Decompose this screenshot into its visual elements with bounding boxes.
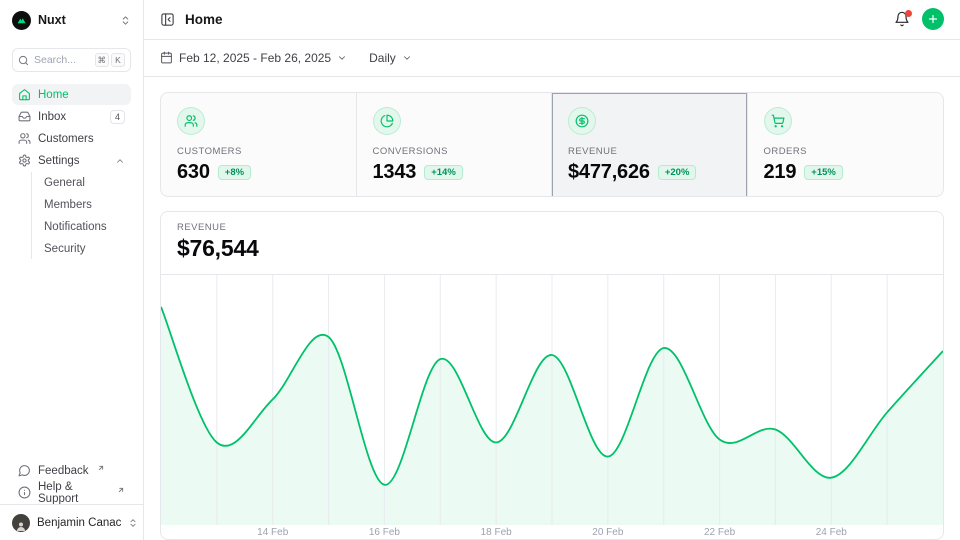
revenue-chart-card: REVENUE $76,544 14 Feb 16 Feb 18 Feb 20 Feb…	[160, 211, 944, 540]
user-name: Benjamin Canac	[37, 517, 121, 529]
search-input[interactable]: Search... ⌘ K	[12, 48, 131, 72]
chevrons-up-down-icon	[128, 518, 138, 528]
x-axis-label: 22 Feb	[704, 527, 735, 538]
date-range-value: Feb 12, 2025 - Feb 26, 2025	[179, 51, 331, 65]
stat-label: REVENUE	[568, 146, 731, 157]
search-shortcut: ⌘ K	[95, 53, 126, 67]
chart-header: REVENUE $76,544	[161, 212, 943, 275]
calendar-icon	[160, 51, 173, 64]
chart-plot[interactable]	[161, 275, 943, 525]
pie-chart-icon	[373, 107, 401, 135]
x-axis-label: 18 Feb	[481, 527, 512, 538]
circle-dollar-icon	[568, 107, 596, 135]
sidebar-item-inbox[interactable]: Inbox 4	[12, 106, 131, 127]
x-axis-label: 24 Feb	[816, 527, 847, 538]
chevron-up-icon	[115, 156, 125, 166]
sidebar-item-members[interactable]: Members	[36, 194, 131, 215]
sidebar-item-label: Notifications	[44, 221, 107, 233]
stats-row: CUSTOMERS 630 +8% CONVERSIONS 1343 +14%	[160, 92, 944, 197]
x-axis-label: 20 Feb	[592, 527, 623, 538]
stat-card-conversions[interactable]: CONVERSIONS 1343 +14%	[357, 93, 553, 197]
stat-value: 630	[177, 161, 210, 184]
settings-subnav: General Members Notifications Security	[31, 172, 131, 259]
chevrons-up-down-icon	[120, 15, 131, 26]
revenue-area-chart[interactable]	[161, 275, 943, 525]
date-range-picker[interactable]: Feb 12, 2025 - Feb 26, 2025	[160, 51, 347, 65]
sidebar-item-label: Members	[44, 199, 92, 211]
sidebar-item-notifications[interactable]: Notifications	[36, 216, 131, 237]
period-select[interactable]: Daily	[369, 51, 412, 65]
search-icon	[18, 55, 29, 66]
stat-value: $477,626	[568, 161, 650, 184]
sidebar-item-label: Settings	[38, 155, 108, 167]
nuxt-logo-icon	[12, 11, 31, 30]
add-button[interactable]	[922, 8, 944, 30]
sidebar-spacer	[0, 260, 143, 460]
page-header: Home	[144, 0, 960, 40]
stat-card-customers[interactable]: CUSTOMERS 630 +8%	[161, 93, 357, 197]
sidebar-item-feedback[interactable]: Feedback	[12, 460, 131, 481]
chart-total-value: $76,544	[177, 235, 927, 262]
workspace-switcher[interactable]: Nuxt	[0, 0, 143, 40]
chart-title: REVENUE	[177, 222, 927, 233]
main-area: Home Feb 12, 2025 - Feb 26, 2025	[144, 0, 960, 540]
sidebar-item-label: Customers	[38, 133, 125, 145]
stat-card-orders[interactable]: ORDERS 219 +15%	[748, 93, 944, 197]
sidebar-item-help-support[interactable]: Help & Support	[12, 482, 131, 503]
sidebar-item-home[interactable]: Home	[12, 84, 131, 105]
external-link-icon	[97, 464, 105, 472]
home-icon	[18, 88, 31, 101]
period-value: Daily	[369, 51, 396, 65]
chevron-down-icon	[402, 53, 412, 63]
sidebar-item-label: Home	[38, 89, 125, 101]
gear-icon	[18, 154, 31, 167]
info-circle-icon	[18, 486, 31, 499]
message-circle-icon	[18, 464, 31, 477]
page-title: Home	[185, 12, 223, 27]
sidebar-item-label: Security	[44, 243, 86, 255]
notification-dot	[905, 10, 912, 17]
stat-delta-badge: +8%	[218, 165, 251, 180]
inbox-count-badge: 4	[110, 110, 125, 124]
sidebar-item-label: Feedback	[38, 465, 89, 477]
stat-card-revenue[interactable]: REVENUE $477,626 +20%	[552, 93, 748, 197]
notifications-button[interactable]	[894, 11, 910, 27]
sidebar-nav: Home Inbox 4 Customers Settings	[0, 84, 143, 260]
workspace-name: Nuxt	[38, 13, 113, 27]
stat-label: CONVERSIONS	[373, 146, 536, 157]
x-axis-label: 14 Feb	[257, 527, 288, 538]
x-axis-label: 16 Feb	[369, 527, 400, 538]
stat-delta-badge: +14%	[424, 165, 463, 180]
sidebar-item-settings[interactable]: Settings	[12, 150, 131, 171]
sidebar-item-security[interactable]: Security	[36, 238, 131, 259]
stat-label: ORDERS	[764, 146, 928, 157]
sidebar-item-label: Inbox	[38, 111, 103, 123]
collapse-sidebar-icon[interactable]	[160, 12, 175, 27]
avatar	[12, 514, 30, 532]
stat-label: CUSTOMERS	[177, 146, 340, 157]
shopping-cart-icon	[764, 107, 792, 135]
sidebar-item-label: Help & Support	[38, 481, 109, 505]
customers-icon	[177, 107, 205, 135]
kbd-k: K	[111, 53, 125, 67]
sidebar-item-general[interactable]: General	[36, 172, 131, 193]
app-root: Nuxt Search... ⌘ K Home	[0, 0, 960, 540]
stat-delta-badge: +20%	[658, 165, 697, 180]
external-link-icon	[117, 486, 125, 494]
sidebar-item-label: General	[44, 177, 85, 189]
sidebar: Nuxt Search... ⌘ K Home	[0, 0, 144, 540]
stat-value: 1343	[373, 161, 417, 184]
search-placeholder: Search...	[34, 54, 90, 66]
stat-delta-badge: +15%	[804, 165, 843, 180]
users-icon	[18, 132, 31, 145]
x-axis-labels: 14 Feb 16 Feb 18 Feb 20 Feb 22 Feb 24 Feb	[161, 525, 943, 540]
sidebar-footer-nav: Feedback Help & Support	[0, 460, 143, 504]
kbd-cmd: ⌘	[95, 53, 110, 67]
sidebar-item-customers[interactable]: Customers	[12, 128, 131, 149]
user-menu[interactable]: Benjamin Canac	[0, 505, 143, 540]
filters-toolbar: Feb 12, 2025 - Feb 26, 2025 Daily	[144, 40, 960, 78]
chevron-down-icon	[337, 53, 347, 63]
stat-value: 219	[764, 161, 797, 184]
inbox-icon	[18, 110, 31, 123]
